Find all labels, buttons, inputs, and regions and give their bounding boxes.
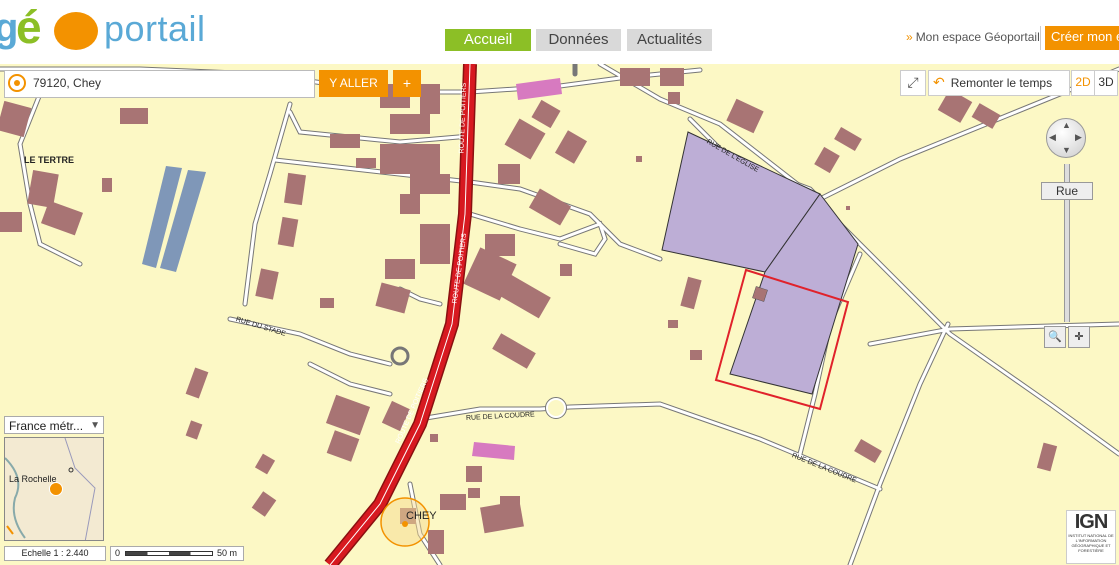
pan-left-icon[interactable]: ◀ [1049,132,1056,143]
header-divider [1040,26,1041,50]
mon-espace-link[interactable]: » Mon espace Géoportail [906,30,1040,44]
tab-actualites[interactable]: Actualités [627,29,712,51]
scale-ratio: Echelle 1 : 2.440 [4,546,106,561]
pan-control[interactable]: ▲ ▼ ◀ ▶ [1046,118,1086,158]
logo-letter-e: é [16,1,42,53]
tab-donnees[interactable]: Données [536,29,621,51]
roundabout-stade [390,346,410,366]
overview-map[interactable]: La Rochelle [4,437,104,541]
scale-graphic [125,551,213,556]
header-bar: g é portail Accueil Données Actualités »… [0,0,1119,66]
geolocate-icon[interactable] [8,74,26,92]
ign-logo[interactable]: IGN INSTITUT NATIONAL DE L'INFORMATION G… [1066,510,1116,564]
ign-logo-text: IGN [1074,511,1109,533]
creer-compte-button[interactable]: Créer mon e [1045,26,1119,50]
scale-zero: 0 [115,548,121,558]
pan-down-icon[interactable]: ▼ [1062,145,1071,155]
pan-up-icon[interactable]: ▲ [1062,120,1071,130]
zoom-level-handle[interactable]: Rue [1041,182,1093,200]
logo-portail-text: portail [104,8,206,49]
search-input[interactable] [33,73,309,93]
scale-bar: 0 50 m [110,546,244,561]
geoportail-logo[interactable]: g é portail [0,1,215,53]
label-chey: CHEY [406,510,437,522]
fullscreen-icon: ⤢ [907,74,919,90]
remonter-temps-button[interactable]: ↶ Remonter le temps [928,70,1070,96]
scale-distance: 50 m [217,548,238,558]
tab-accueil[interactable]: Accueil [445,29,531,51]
magnifier-icon: 🔍 [1048,331,1062,343]
pan-right-icon[interactable]: ▶ [1075,132,1082,143]
overview-location-marker [49,482,63,496]
ign-institute-text: INSTITUT NATIONAL DE L'INFORMATION GÉOGR… [1068,533,1114,553]
advanced-search-button[interactable]: + [393,70,421,97]
territory-select-value: France métr... [9,419,84,433]
territory-select[interactable]: France métr... ▼ [4,416,104,434]
map-view[interactable]: LE TERTRE CHEY RUE DE L'EGLISE RUE DU ST… [0,64,1119,565]
map-canvas[interactable] [0,64,1119,565]
buildings [0,68,1058,554]
overview-city-label: La Rochelle [9,474,57,484]
crosshair-icon: ✛ [1074,331,1084,343]
water-fields [142,166,206,272]
view-2d-button[interactable]: 2D [1071,70,1095,96]
remonter-temps-label: Remonter le temps [950,76,1053,90]
search-box [4,70,315,98]
chevron-right-icon: » [906,30,913,44]
road-fills [0,64,1119,565]
logo-letter-o [54,12,98,50]
y-aller-button[interactable]: Y ALLER [319,70,388,97]
fullscreen-button[interactable]: ⤢ [900,70,926,96]
roundabout-coudre-inner [546,398,566,418]
recenter-button[interactable]: ✛ [1068,326,1090,348]
dropdown-arrow-icon: ▼ [90,420,100,431]
undo-arrow-icon: ↶ [933,74,945,90]
zoom-box-button[interactable]: 🔍 [1044,326,1066,348]
label-le-tertre: LE TERTRE [24,155,75,165]
mon-espace-label: Mon espace Géoportail [915,30,1040,44]
view-3d-button[interactable]: 3D [1094,70,1118,96]
